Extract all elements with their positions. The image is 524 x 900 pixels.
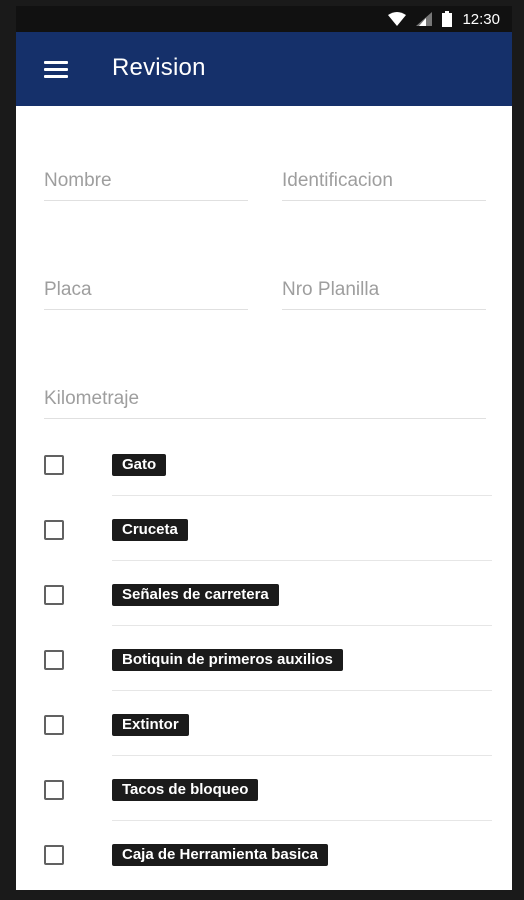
checklist-item: Tacos de bloqueo (16, 756, 512, 821)
nro-planilla-input[interactable] (282, 270, 486, 309)
checkbox[interactable] (44, 520, 64, 540)
checklist-item: Botiquin de primeros auxilios (16, 626, 512, 691)
checkbox[interactable] (44, 650, 64, 670)
page-title: Revision (112, 54, 206, 81)
status-icons: 12:30 (388, 10, 500, 28)
checkbox[interactable] (44, 585, 64, 605)
app-bar: Revision (16, 32, 512, 106)
checklist-item-label: Cruceta (112, 519, 188, 541)
checklist-item-label: Gato (112, 454, 167, 476)
checkbox[interactable] (44, 715, 64, 735)
status-bar: 12:30 (16, 6, 512, 32)
checkbox[interactable] (44, 780, 64, 800)
identificacion-input[interactable] (282, 161, 486, 200)
kilometraje-field (44, 379, 486, 419)
identificacion-field (282, 161, 486, 201)
nro-planilla-field (282, 270, 486, 310)
app-screen: 12:30 Revision Gato Cruceta Señales d (16, 6, 512, 890)
checklist-item-label: Caja de Herramienta basica (112, 844, 328, 866)
wifi-icon (388, 12, 407, 26)
checklist-item: Señales de carretera (16, 561, 512, 626)
checklist-item: Extintor (16, 691, 512, 756)
checklist-item: Gato (16, 431, 512, 496)
checkbox[interactable] (44, 845, 64, 865)
checkbox[interactable] (44, 455, 64, 475)
nombre-field (44, 161, 248, 201)
kilometraje-input[interactable] (44, 379, 486, 418)
checklist-item-label: Botiquin de primeros auxilios (112, 649, 343, 671)
checklist-item-label: Tacos de bloqueo (112, 779, 259, 801)
placa-field (44, 270, 248, 310)
signal-icon (416, 12, 433, 26)
nombre-input[interactable] (44, 161, 248, 200)
checklist-item-label: Extintor (112, 714, 189, 736)
checklist-item-label: Señales de carretera (112, 584, 279, 606)
checklist-item: Caja de Herramienta basica (16, 821, 512, 886)
status-time: 12:30 (462, 10, 500, 28)
placa-input[interactable] (44, 270, 248, 309)
hamburger-menu-icon[interactable] (38, 52, 72, 86)
battery-icon (442, 11, 453, 27)
checklist-item: Cruceta (16, 496, 512, 561)
